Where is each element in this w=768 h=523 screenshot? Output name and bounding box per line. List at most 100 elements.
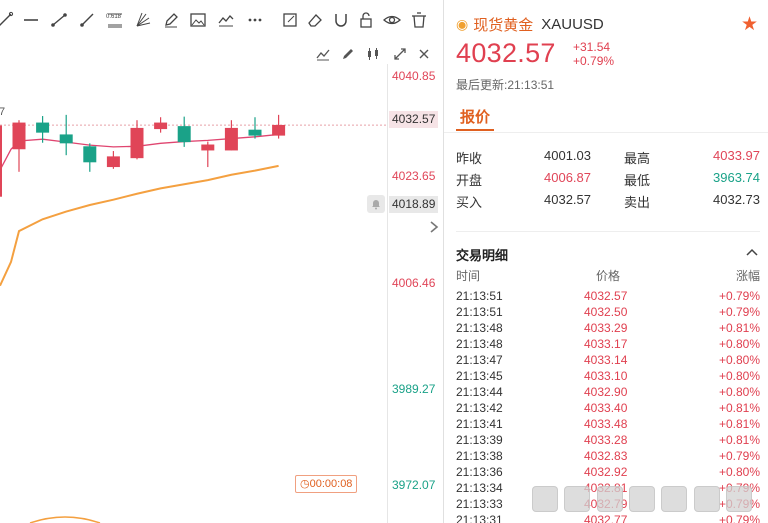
trade-change: +0.79%: [718, 305, 760, 319]
chevron-up-icon[interactable]: [746, 245, 758, 260]
candle-body: [36, 122, 50, 133]
trade-change: +0.80%: [718, 353, 760, 367]
trade-time: 21:13:48: [456, 337, 503, 351]
candle-body: [83, 146, 97, 163]
trade-price: 4033.10: [584, 369, 628, 383]
trade-change: +0.80%: [718, 369, 760, 383]
drawing-toolbar: 0.618: [0, 0, 443, 42]
indicator-curve: [29, 516, 101, 523]
bid-label: 买入: [456, 195, 483, 210]
fan-icon[interactable]: [132, 9, 154, 31]
current-price-label: 4032.57: [389, 111, 439, 128]
ray-icon[interactable]: [76, 9, 98, 31]
candle-type-icon[interactable]: [362, 44, 384, 64]
candle-body: [59, 134, 73, 144]
trade-row: 21:13:47 4033.14 +0.80%: [444, 353, 768, 369]
ask-value: 4032.73: [713, 192, 760, 207]
prev-close-label: 昨收: [456, 151, 483, 166]
trade-time: 21:13:41: [456, 417, 503, 431]
trade-time: 21:13:51: [456, 289, 503, 303]
candle-body: [12, 122, 26, 150]
candle-body: [130, 127, 144, 159]
trade-row: 21:13:34 4032.81 +0.79%: [444, 481, 768, 497]
trade-price: 4032.83: [584, 449, 628, 463]
trend-line-icon[interactable]: [48, 9, 70, 31]
trade-price: 4033.48: [584, 417, 628, 431]
tab-bar: 报价: [444, 100, 768, 133]
chart-panel[interactable]: 0.618 4040.85 4023.65 4006.46 3989.27 39…: [0, 0, 443, 523]
trade-price: 4032.77: [584, 513, 628, 523]
clock-icon: ◷: [300, 478, 310, 490]
pencil-icon[interactable]: [160, 9, 182, 31]
candlestick-chart[interactable]: [0, 64, 387, 523]
horizontal-line-icon[interactable]: [20, 9, 42, 31]
bid-value: 4032.57: [544, 192, 591, 207]
low-value: 3963.74: [713, 170, 760, 185]
magnet-icon[interactable]: [330, 9, 352, 31]
section-divider: [456, 231, 760, 232]
symbol-code: XAUUSD: [541, 15, 604, 33]
trade-price: 4032.57: [584, 289, 628, 303]
low-label: 最低: [624, 173, 651, 188]
chevron-right-icon[interactable]: [426, 215, 442, 239]
trade-price: 4032.50: [584, 305, 628, 319]
trash-icon[interactable]: [408, 9, 430, 31]
trade-price: 4033.29: [584, 321, 628, 335]
fullscreen-icon[interactable]: [389, 44, 411, 64]
trade-price: 4033.28: [584, 433, 628, 447]
price-change: +31.54: [573, 40, 611, 54]
trades-title: 交易明细: [456, 248, 509, 263]
quote-panel: ◉ 现货黄金 XAUUSD ★ 4032.57 +31.54 +0.79% 最后…: [444, 0, 768, 523]
price-change-percent: +0.79%: [573, 54, 615, 68]
trade-time: 21:13:34: [456, 481, 503, 495]
col-change-header: 涨幅: [736, 269, 761, 283]
note-icon[interactable]: [279, 9, 301, 31]
trade-price: 4033.40: [584, 401, 628, 415]
high-value: 4033.97: [713, 148, 760, 163]
tab-quote[interactable]: 报价: [460, 106, 490, 127]
lock-icon[interactable]: [355, 9, 377, 31]
trade-row: 21:13:48 4033.17 +0.80%: [444, 337, 768, 353]
candle-body: [106, 156, 120, 168]
image-icon[interactable]: [187, 9, 209, 31]
col-time-header: 时间: [456, 269, 481, 283]
trade-time: 21:13:51: [456, 305, 503, 319]
trade-row: 21:13:51 4032.50 +0.79%: [444, 305, 768, 321]
candle-body: [201, 144, 215, 151]
trade-change: +0.79%: [718, 449, 760, 463]
fibonacci-icon[interactable]: 0.618: [104, 9, 126, 31]
trade-row: 21:13:44 4032.90 +0.80%: [444, 385, 768, 401]
candle-body: [154, 122, 168, 130]
crosshair-price-label: 4018.89: [389, 196, 439, 213]
trade-time: 21:13:33: [456, 497, 503, 511]
trade-time: 21:13:42: [456, 401, 503, 415]
trade-row: 21:13:51 4032.57 +0.79%: [444, 289, 768, 305]
trade-row: 21:13:42 4033.40 +0.81%: [444, 401, 768, 417]
eraser-icon[interactable]: [304, 9, 326, 31]
more-icon[interactable]: [244, 9, 266, 31]
countdown-value: 00:00:08: [309, 478, 353, 490]
close-chart-icon[interactable]: [413, 44, 435, 64]
trade-row: 21:13:33 4032.79 +0.79%: [444, 497, 768, 513]
trade-row: 21:13:39 4033.28 +0.81%: [444, 433, 768, 449]
last-update-time: 最后更新:21:13:51: [456, 78, 555, 92]
indicator-icon[interactable]: [215, 9, 237, 31]
trade-change: +0.79%: [718, 481, 760, 495]
open-label: 开盘: [456, 173, 483, 188]
price-axis-divider: [387, 64, 388, 523]
bell-icon[interactable]: [367, 195, 385, 213]
open-value: 4006.87: [544, 170, 591, 185]
trade-row: 21:13:41 4033.48 +0.81%: [444, 417, 768, 433]
eye-icon[interactable]: [381, 9, 403, 31]
line-tool-icon[interactable]: [0, 9, 16, 31]
settings-pencil-icon[interactable]: [337, 44, 359, 64]
favorite-star-icon[interactable]: ★: [741, 13, 758, 36]
trade-time: 21:13:31: [456, 513, 503, 523]
trade-list: 21:13:51 4032.57 +0.79% 21:13:51 4032.50 +0.7…: [444, 289, 768, 523]
trade-row: 21:13:48 4033.29 +0.81%: [444, 321, 768, 337]
trade-change: +0.79%: [718, 497, 760, 511]
trade-time: 21:13:36: [456, 465, 503, 479]
trade-change: +0.80%: [718, 465, 760, 479]
col-price-header: 价格: [596, 269, 621, 283]
chart-type-icon[interactable]: [312, 44, 334, 64]
